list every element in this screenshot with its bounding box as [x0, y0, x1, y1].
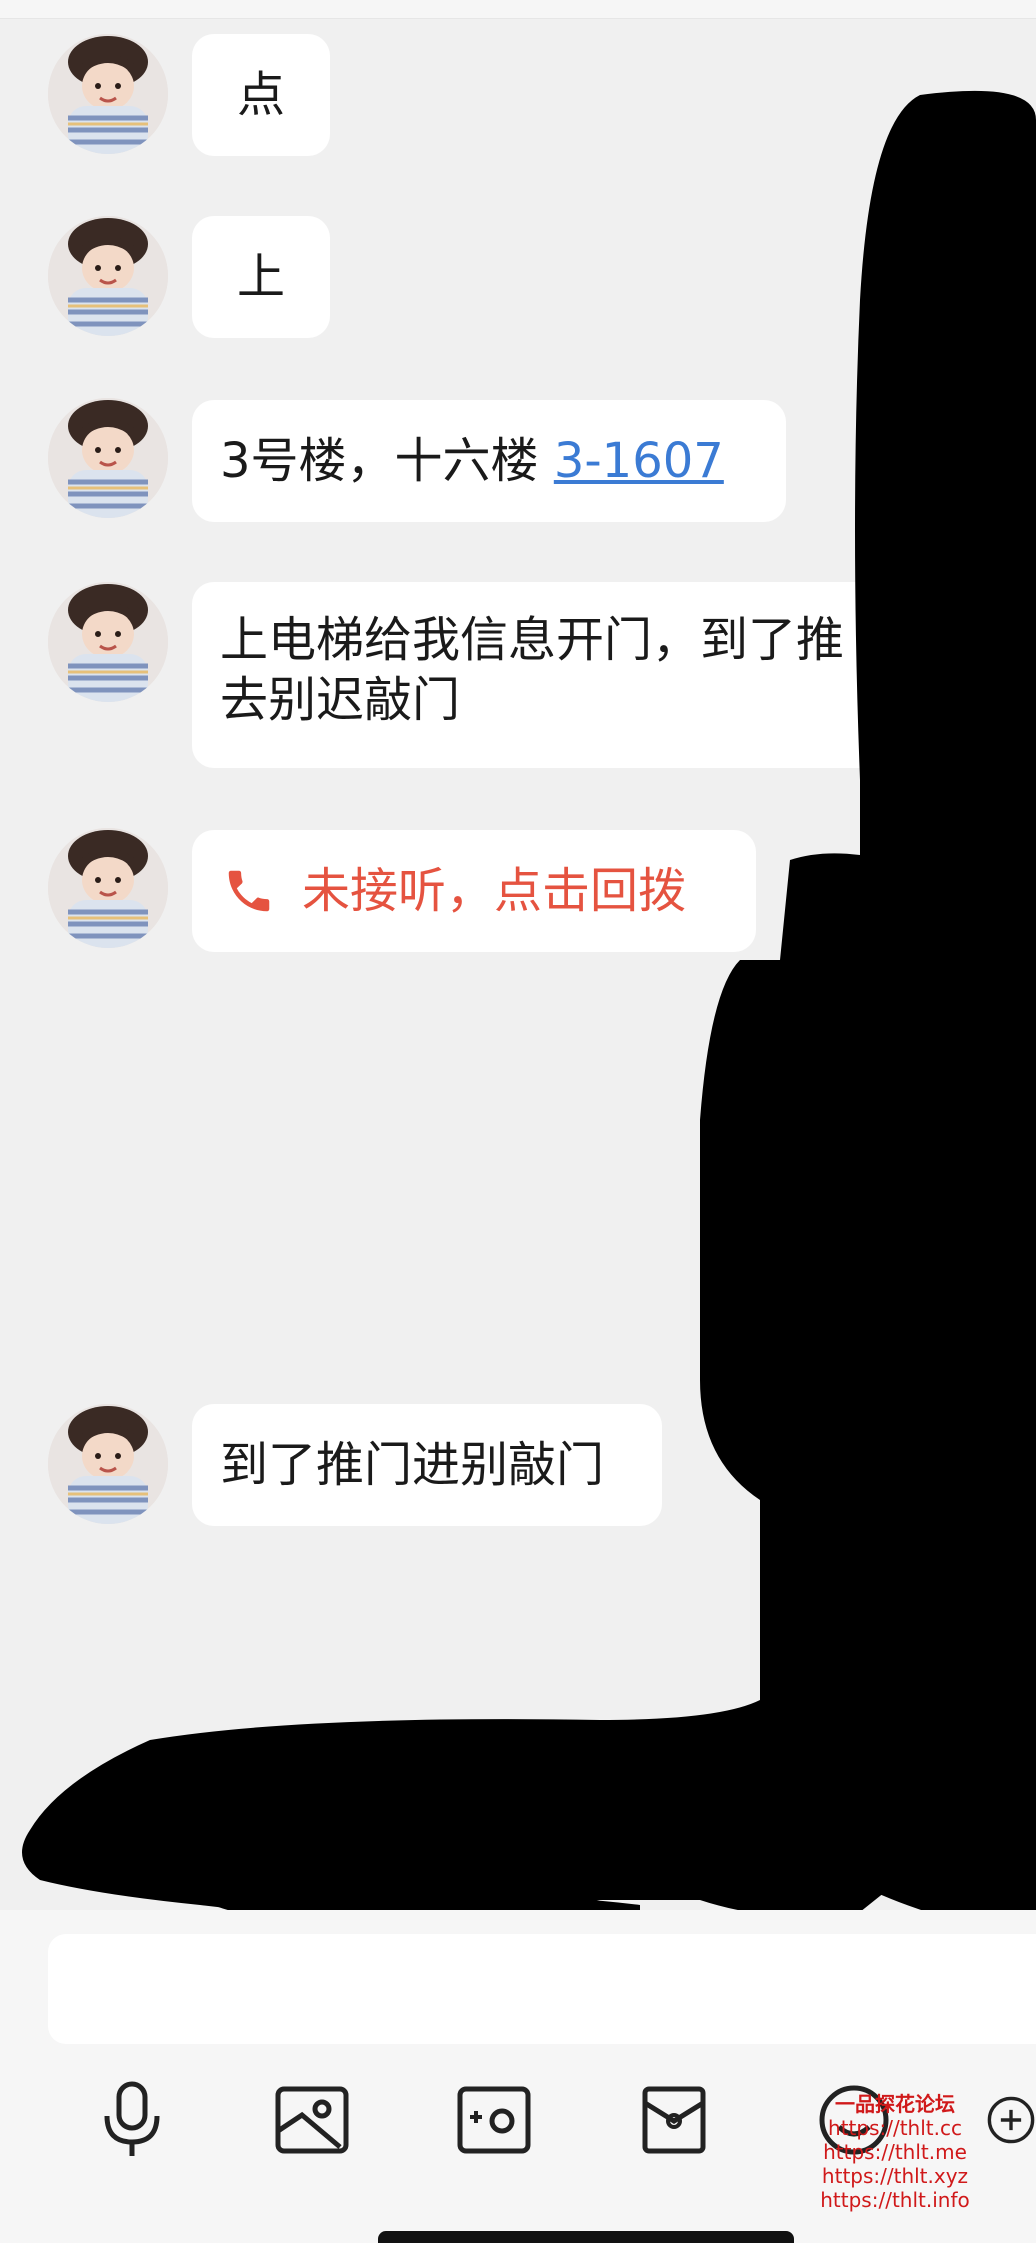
camera-icon[interactable]	[444, 2070, 544, 2170]
message-bubble[interactable]: 上	[192, 216, 330, 338]
avatar[interactable]	[48, 582, 168, 702]
watermark-url: https://thlt.cc	[828, 2116, 962, 2140]
missed-call-text: 未接听，点击回拨	[302, 863, 687, 919]
message-text: 点	[236, 67, 285, 123]
message-text: 到了推门进别敲门	[220, 1437, 605, 1493]
message-bubble[interactable]: 上电梯给我信息开门，到了推 去别迟敲门	[192, 582, 912, 768]
avatar[interactable]	[48, 34, 168, 154]
watermark-url: https://thlt.info	[820, 2188, 970, 2212]
red-packet-icon[interactable]	[624, 2070, 724, 2170]
watermark-brand: 一品探花论坛	[835, 2092, 955, 2116]
top-bar-strip	[0, 0, 1036, 19]
phone-icon	[222, 864, 276, 918]
watermark: 一品探花论坛 https://thlt.cc https://thlt.me h…	[810, 2092, 980, 2212]
image-icon[interactable]	[262, 2070, 362, 2170]
message-bubble[interactable]: 3号楼，十六楼 3-1607	[192, 400, 786, 522]
message-bubble[interactable]: 点	[192, 34, 330, 156]
watermark-url: https://thlt.xyz	[821, 2164, 969, 2188]
avatar[interactable]	[48, 1404, 168, 1524]
home-indicator	[378, 2231, 794, 2243]
watermark-url: https://thlt.me	[823, 2140, 967, 2164]
avatar[interactable]	[48, 828, 168, 948]
message-text-line: 上电梯给我信息开门，到了推	[220, 612, 845, 668]
message-text: 3号楼，十六楼	[220, 433, 554, 489]
message-text: 上	[236, 249, 285, 305]
avatar[interactable]	[48, 398, 168, 518]
plus-icon[interactable]	[986, 2070, 1036, 2170]
missed-call-bubble[interactable]: 未接听，点击回拨	[192, 830, 756, 952]
message-text-line: 去别迟敲门	[220, 672, 461, 728]
microphone-icon[interactable]	[82, 2070, 182, 2170]
message-bubble[interactable]: 到了推门进别敲门	[192, 1404, 662, 1526]
redaction-scribble	[22, 90, 1036, 1936]
message-input[interactable]	[48, 1934, 1036, 2044]
avatar[interactable]	[48, 216, 168, 336]
room-number-link[interactable]: 3-1607	[554, 433, 724, 489]
